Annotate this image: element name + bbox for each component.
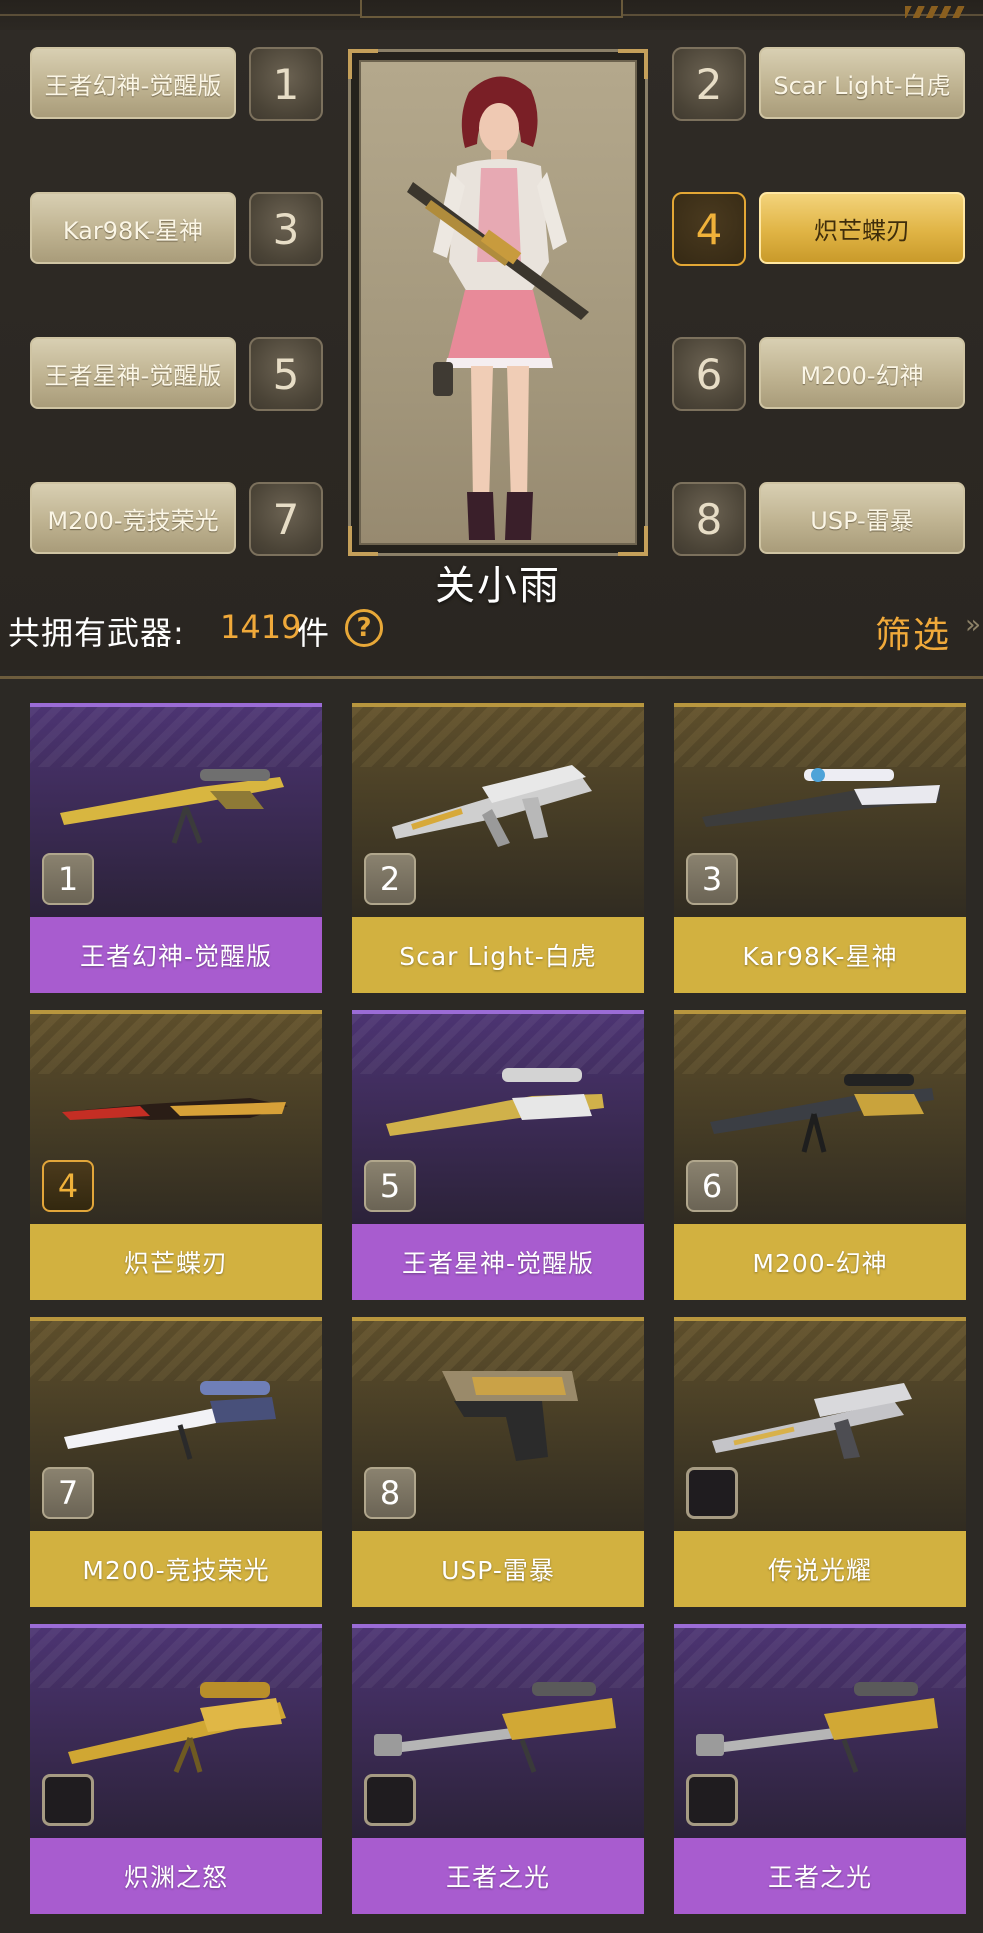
slot-badge: 5	[364, 1160, 416, 1212]
slot-2-number[interactable]: 2	[672, 47, 746, 121]
slot-7-number[interactable]: 7	[249, 482, 323, 556]
double-chevron-down-icon[interactable]: »	[965, 610, 981, 640]
pistol-icon	[442, 1371, 578, 1461]
assault-rifle-icon	[712, 1383, 912, 1459]
weapon-art	[30, 1624, 322, 1842]
portrait-background	[359, 60, 637, 545]
weapon-name: 王者幻神-觉醒版	[30, 917, 322, 993]
weapon-count-label: 共拥有武器:	[8, 614, 185, 652]
weapon-name: M200-竞技荣光	[30, 1531, 322, 1607]
butterfly-knife-icon	[62, 1098, 288, 1120]
weapon-art: 8	[352, 1317, 644, 1535]
slot-3-number[interactable]: 3	[249, 192, 323, 266]
weapon-art: 2	[352, 703, 644, 921]
top-notch	[360, 0, 623, 18]
weapon-card[interactable]: 2 Scar Light-白虎	[352, 703, 644, 993]
slot-7-weapon-label[interactable]: M200-竞技荣光	[30, 482, 236, 554]
slot-4-weapon-label[interactable]: 炽芒蝶刃	[759, 192, 965, 264]
top-line-left	[0, 14, 360, 16]
filter-button[interactable]: 筛选	[875, 606, 951, 658]
heavy-sniper-icon	[696, 1682, 938, 1773]
bolt-rifle-icon	[702, 768, 940, 827]
weapon-card[interactable]: 6 M200-幻神	[674, 1010, 966, 1300]
sniper-rifle-icon	[386, 1068, 604, 1136]
weapon-art	[674, 1624, 966, 1842]
slot-1-weapon-label[interactable]: 王者幻神-觉醒版	[30, 47, 236, 119]
weapon-card[interactable]: 炽渊之怒	[30, 1624, 322, 1914]
frame-corner-bottom-left	[348, 526, 378, 556]
empty-slot-badge	[686, 1774, 738, 1826]
slot-badge: 1	[42, 853, 94, 905]
slot-5-number[interactable]: 5	[249, 337, 323, 411]
slot-badge: 6	[686, 1160, 738, 1212]
weapon-name: 王者之光	[352, 1838, 644, 1914]
slot-4-number[interactable]: 4	[672, 192, 746, 266]
slot-3-weapon-label[interactable]: Kar98K-星神	[30, 192, 236, 264]
weapon-name: 王者星神-觉醒版	[352, 1224, 644, 1300]
slot-badge: 4	[42, 1160, 94, 1212]
weapon-card[interactable]: 7 M200-竞技荣光	[30, 1317, 322, 1607]
weapon-card[interactable]: 王者之光	[352, 1624, 644, 1914]
weapon-name: M200-幻神	[674, 1224, 966, 1300]
slot-6-weapon-label[interactable]: M200-幻神	[759, 337, 965, 409]
top-decorative-band	[0, 0, 983, 30]
slot-badge: 2	[364, 853, 416, 905]
weapon-card[interactable]: 8 USP-雷暴	[352, 1317, 644, 1607]
weapon-card[interactable]: 1 王者幻神-觉醒版	[30, 703, 322, 993]
weapon-art: 1	[30, 703, 322, 921]
slot-badge: 7	[42, 1467, 94, 1519]
weapon-name: 炽芒蝶刃	[30, 1224, 322, 1300]
slot-6-number[interactable]: 6	[672, 337, 746, 411]
slot-5-weapon-label[interactable]: 王者星神-觉醒版	[30, 337, 236, 409]
weapon-name: Scar Light-白虎	[352, 917, 644, 993]
sniper-rifle-icon	[60, 769, 284, 844]
assault-rifle-icon	[392, 765, 592, 847]
weapon-card[interactable]: 4 炽芒蝶刃	[30, 1010, 322, 1300]
weapon-name: 王者之光	[674, 1838, 966, 1914]
empty-slot-badge	[42, 1774, 94, 1826]
slot-8-weapon-label[interactable]: USP-雷暴	[759, 482, 965, 554]
sniper-rifle-icon	[68, 1682, 286, 1773]
character-figure-icon	[407, 76, 589, 540]
heavy-sniper-icon	[374, 1682, 616, 1773]
sniper-rifle-icon	[710, 1074, 934, 1153]
slot-badge: 8	[364, 1467, 416, 1519]
weapon-name: 炽渊之怒	[30, 1838, 322, 1914]
loadout-panel: 王者幻神-觉醒版 1 Kar98K-星神 3 王者星神-觉醒版 5 M200-竞…	[0, 30, 983, 670]
empty-slot-badge	[686, 1467, 738, 1519]
top-stripes-ornament	[905, 6, 965, 18]
slot-2-weapon-label[interactable]: Scar Light-白虎	[759, 47, 965, 119]
weapon-art	[352, 1624, 644, 1842]
slot-badge: 3	[686, 853, 738, 905]
weapon-name: 传说光耀	[674, 1531, 966, 1607]
weapon-art: 6	[674, 1010, 966, 1228]
weapon-name: Kar98K-星神	[674, 917, 966, 993]
weapon-art: 5	[352, 1010, 644, 1228]
weapon-art: 7	[30, 1317, 322, 1535]
character-portrait[interactable]	[348, 49, 648, 556]
weapon-card[interactable]: 5 王者星神-觉醒版	[352, 1010, 644, 1300]
frame-corner-bottom-right	[618, 526, 648, 556]
weapon-card[interactable]: 王者之光	[674, 1624, 966, 1914]
question-circle-icon[interactable]: ?	[345, 609, 383, 647]
weapon-card[interactable]: 3 Kar98K-星神	[674, 703, 966, 993]
weapon-card[interactable]: 传说光耀	[674, 1317, 966, 1607]
slot-1-number[interactable]: 1	[249, 47, 323, 121]
weapon-art: 4	[30, 1010, 322, 1228]
slot-8-number[interactable]: 8	[672, 482, 746, 556]
weapon-count-unit: 件	[297, 614, 330, 652]
empty-slot-badge	[364, 1774, 416, 1826]
weapon-art	[674, 1317, 966, 1535]
frame-corner-top-left	[348, 49, 378, 79]
weapon-art: 3	[674, 703, 966, 921]
weapon-count-row: 共拥有武器: 1419 件 ? 筛选 »	[0, 600, 983, 660]
weapon-name: USP-雷暴	[352, 1531, 644, 1607]
weapon-count-value: 1419	[220, 608, 302, 646]
sniper-rifle-icon	[64, 1381, 276, 1460]
frame-corner-top-right	[618, 49, 648, 79]
